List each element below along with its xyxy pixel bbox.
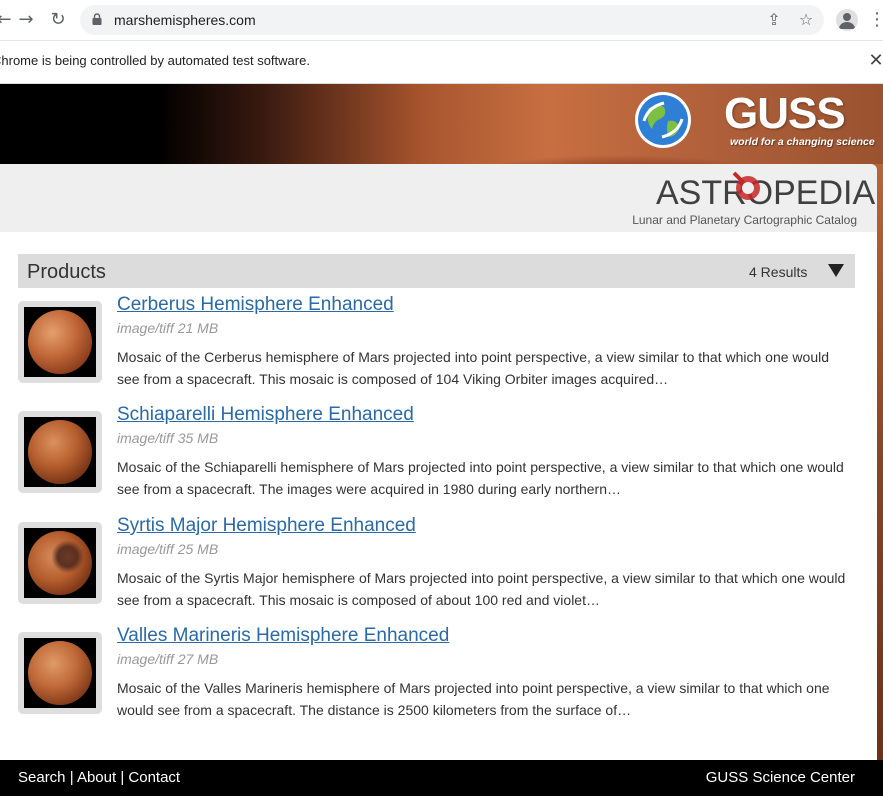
astropedia-logo[interactable]: ASTROPEDIA — [656, 174, 875, 213]
automation-infobar: Chrome is being controlled by automated … — [0, 41, 883, 84]
url-text[interactable]: marshemispheres.com — [114, 5, 256, 35]
close-icon[interactable]: ✕ — [866, 50, 883, 72]
products-heading: Products — [27, 261, 106, 283]
product-thumbnail[interactable] — [18, 411, 102, 493]
infobar-text: Chrome is being controlled by automated … — [0, 53, 310, 68]
product-item: Cerberus Hemisphere Enhanced image/tiff … — [18, 294, 858, 399]
globe-logo-icon[interactable] — [634, 91, 692, 149]
forward-arrow-icon[interactable]: → — [14, 8, 38, 32]
browser-toolbar: ← → ↻ marshemispheres.com ⇪ ☆ ⋮ — [0, 0, 883, 41]
profile-avatar-icon[interactable] — [836, 9, 858, 31]
footer-separator: | — [69, 769, 74, 786]
mars-banner: GUSS world for a changing science — [0, 84, 883, 164]
footer-links: Search | About | Contact — [18, 760, 180, 796]
product-title-link[interactable]: Schiaparelli Hemisphere Enhanced — [117, 404, 414, 426]
product-title-link[interactable]: Valles Marineris Hemisphere Enhanced — [117, 625, 449, 647]
guss-tagline: world for a changing science — [730, 136, 875, 148]
product-description: Mosaic of the Schiaparelli hemisphere of… — [117, 459, 844, 497]
product-description: Mosaic of the Syrtis Major hemisphere of… — [117, 570, 846, 608]
guss-logo[interactable]: GUSS — [724, 92, 878, 136]
product-meta: image/tiff 35 MB — [117, 430, 219, 446]
star-icon[interactable]: ☆ — [796, 10, 816, 30]
mars-cerberus-image — [28, 310, 92, 374]
product-meta: image/tiff 27 MB — [117, 651, 219, 667]
product-description: Mosaic of the Valles Marineris hemispher… — [117, 680, 830, 718]
mars-schiaparelli-image — [28, 420, 92, 484]
reload-icon[interactable]: ↻ — [46, 8, 70, 32]
footer-contact-link[interactable]: Contact — [128, 769, 180, 786]
main-content: Products 4 Results Cerberus Hemisphere E… — [0, 232, 877, 760]
astropedia-subtitle: Lunar and Planetary Cartographic Catalog — [632, 213, 857, 227]
menu-dots-icon[interactable]: ⋮ — [868, 8, 883, 32]
product-thumbnail[interactable] — [18, 522, 102, 604]
results-count: 4 Results — [749, 264, 808, 280]
lock-icon — [92, 13, 102, 25]
mars-valles-marineris-image — [28, 641, 92, 705]
page-footer: Search | About | Contact GUSS Science Ce… — [0, 760, 883, 796]
collapse-triangle-icon[interactable] — [828, 264, 844, 277]
product-title-link[interactable]: Syrtis Major Hemisphere Enhanced — [117, 515, 416, 537]
product-meta: image/tiff 21 MB — [117, 320, 219, 336]
product-description: Mosaic of the Cerberus hemisphere of Mar… — [117, 349, 830, 387]
product-item: Schiaparelli Hemisphere Enhanced image/t… — [18, 404, 858, 509]
product-meta: image/tiff 25 MB — [117, 541, 219, 557]
astropedia-meteor-icon — [732, 171, 760, 200]
share-icon[interactable]: ⇪ — [764, 10, 784, 30]
product-title-link[interactable]: Cerberus Hemisphere Enhanced — [117, 294, 394, 316]
footer-search-link[interactable]: Search — [18, 769, 66, 786]
product-thumbnail[interactable] — [18, 632, 102, 714]
mars-syrtis-major-image — [28, 531, 92, 595]
products-header: Products 4 Results — [18, 254, 855, 288]
footer-about-link[interactable]: About — [77, 769, 116, 786]
footer-guss-science-center: GUSS Science Center — [705, 769, 855, 786]
product-thumbnail[interactable] — [18, 301, 102, 383]
product-item: Valles Marineris Hemisphere Enhanced ima… — [18, 625, 858, 730]
footer-separator: | — [120, 769, 125, 786]
product-item: Syrtis Major Hemisphere Enhanced image/t… — [18, 515, 858, 620]
address-bar[interactable]: marshemispheres.com ⇪ ☆ — [80, 5, 824, 35]
